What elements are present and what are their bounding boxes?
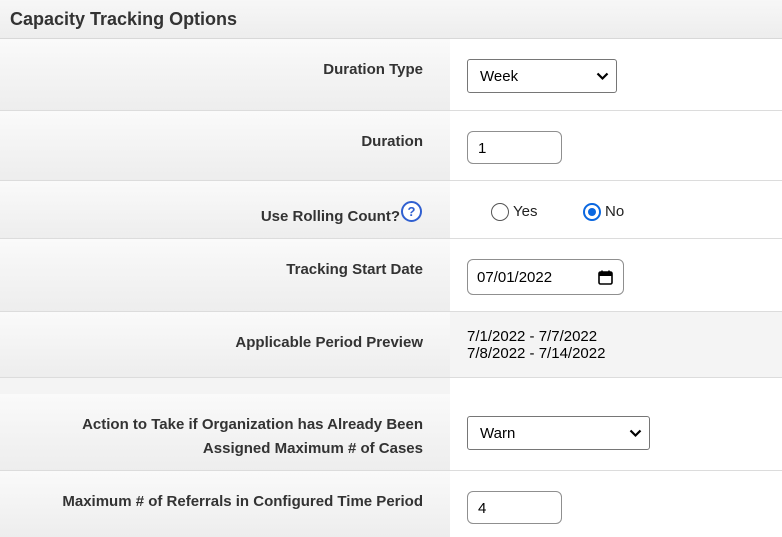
rolling-count-label: Use Rolling Count? <box>260 208 400 225</box>
action-label-line-2: Assigned Maximum # of Cases <box>202 440 423 457</box>
row-spacer <box>0 378 782 394</box>
duration-input[interactable]: 1 <box>467 131 562 164</box>
duration-value: 1 <box>478 140 487 157</box>
duration-type-value: Week <box>480 68 519 85</box>
help-icon[interactable]: ? <box>401 201 422 222</box>
rolling-count-yes-radio[interactable] <box>491 203 509 221</box>
chevron-down-icon <box>596 72 609 81</box>
label-cell <box>0 378 450 394</box>
row-action-if-max: Action to Take if Organization has Alrea… <box>0 394 782 471</box>
row-rolling-count: Use Rolling Count? ? Yes No <box>0 181 782 239</box>
value-cell <box>450 378 782 394</box>
action-label-line-1: Action to Take if Organization has Alrea… <box>82 416 423 433</box>
max-referrals-label: Maximum # of Referrals in Configured Tim… <box>62 493 423 510</box>
tracking-start-date-label: Tracking Start Date <box>286 261 423 278</box>
rolling-count-no-radio[interactable] <box>583 203 601 221</box>
chevron-down-icon <box>629 429 642 438</box>
max-referrals-input[interactable]: 4 <box>467 491 562 524</box>
action-if-max-value: Warn <box>480 425 516 442</box>
period-preview-line-1: 7/1/2022 - 7/7/2022 <box>467 328 598 345</box>
max-referrals-value: 4 <box>478 500 487 517</box>
row-duration-type: Duration Type Week <box>0 39 782 111</box>
calendar-icon[interactable] <box>598 270 613 285</box>
row-period-preview: Applicable Period Preview 7/1/2022 - 7/7… <box>0 312 782 378</box>
row-duration: Duration 1 <box>0 111 782 181</box>
row-max-referrals: Maximum # of Referrals in Configured Tim… <box>0 471 782 537</box>
action-if-max-select[interactable]: Warn <box>467 416 650 450</box>
duration-type-label: Duration Type <box>323 61 423 78</box>
section-title: Capacity Tracking Options <box>10 9 238 29</box>
period-preview-label: Applicable Period Preview <box>235 334 423 351</box>
duration-label: Duration <box>361 133 423 150</box>
rolling-count-yes-label[interactable]: Yes <box>513 203 537 220</box>
duration-type-select[interactable]: Week <box>467 59 617 93</box>
section-header: Capacity Tracking Options <box>0 0 782 39</box>
tracking-start-date-value: 07/01/2022 <box>477 269 553 286</box>
rolling-count-no-label[interactable]: No <box>605 203 624 220</box>
period-preview-line-2: 7/8/2022 - 7/14/2022 <box>467 345 606 362</box>
row-tracking-start-date: Tracking Start Date 07/01/2022 <box>0 239 782 312</box>
tracking-start-date-input[interactable]: 07/01/2022 <box>467 259 624 295</box>
